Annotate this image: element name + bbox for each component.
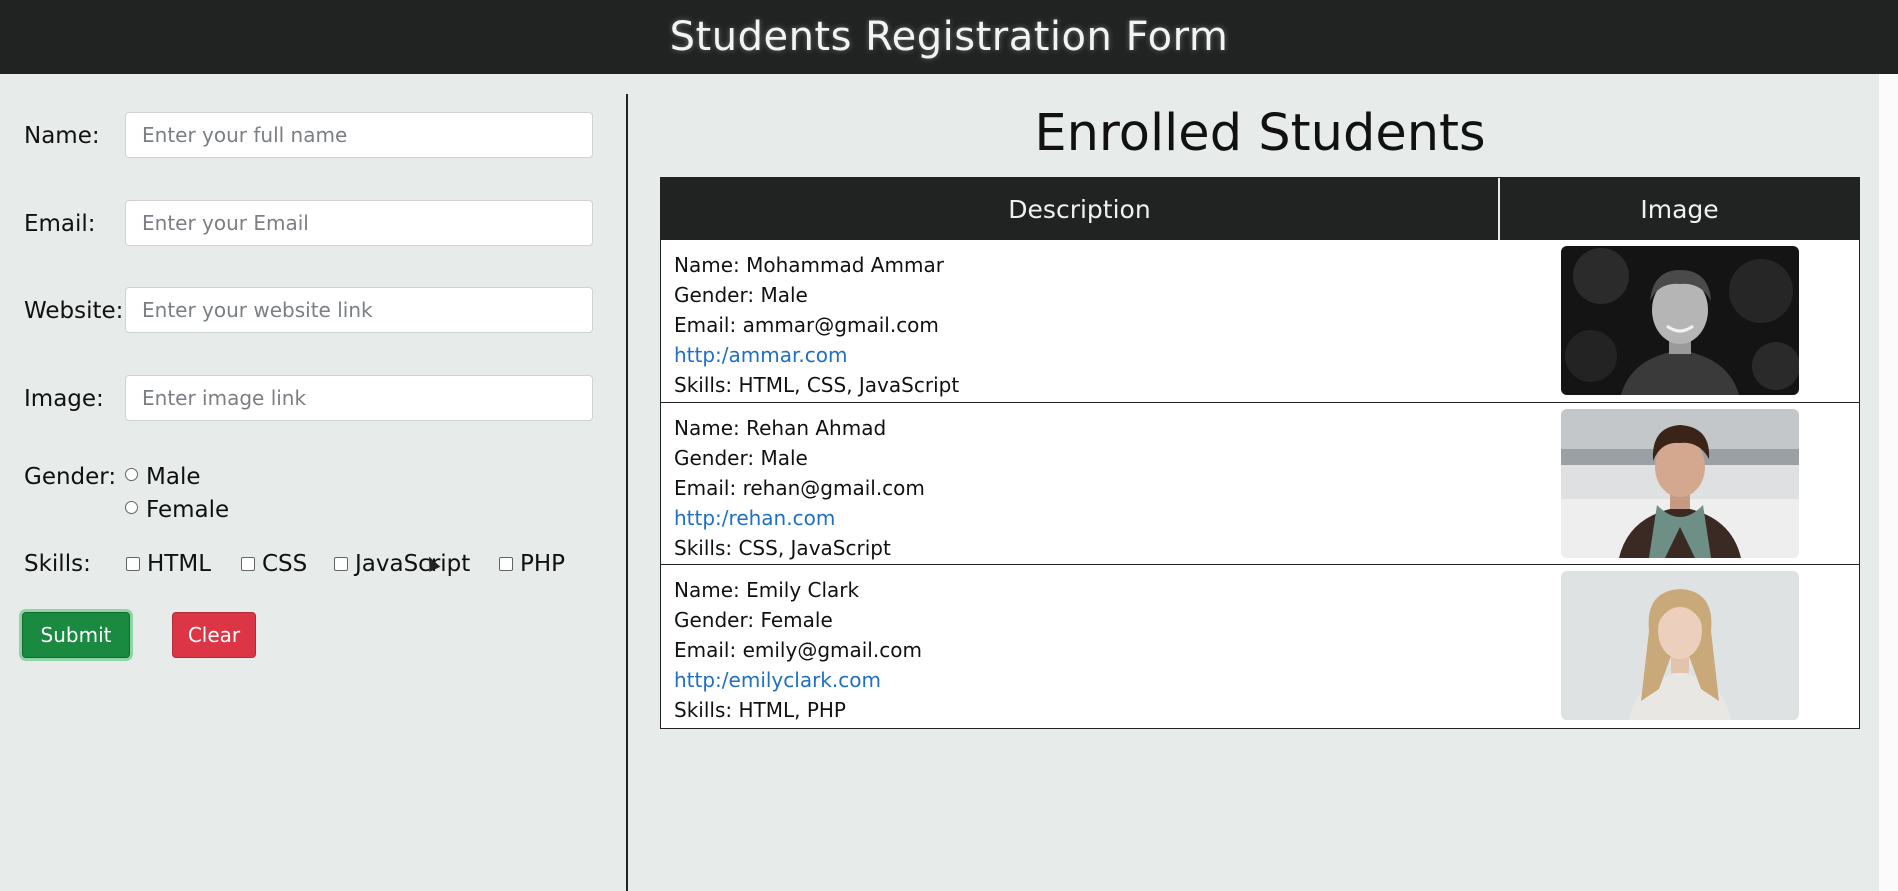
- page-title: Students Registration Form: [669, 14, 1229, 60]
- scroll-gutter: [1879, 74, 1898, 891]
- table-row: Name: Emily Clark Gender: Female Email: …: [661, 564, 1859, 726]
- table-header: Description Image: [661, 178, 1859, 240]
- student-name: Name: Mohammad Ammar: [674, 253, 944, 277]
- website-input[interactable]: [125, 287, 593, 333]
- student-skills: Skills: HTML, PHP: [674, 698, 846, 722]
- name-label: Name:: [24, 123, 100, 149]
- image-input[interactable]: [125, 375, 593, 421]
- student-name: Name: Rehan Ahmad: [674, 416, 887, 440]
- image-label: Image:: [24, 386, 104, 412]
- students-table: Description Image Name: Mohammad Ammar G…: [660, 177, 1860, 729]
- column-header-description: Description: [661, 178, 1500, 240]
- skill-css[interactable]: CSS: [241, 551, 307, 577]
- table-row: Name: Rehan Ahmad Gender: Male Email: re…: [661, 402, 1859, 564]
- javascript-checkbox[interactable]: [334, 557, 348, 571]
- clear-button[interactable]: Clear: [172, 612, 256, 658]
- html-label: HTML: [147, 551, 212, 577]
- student-email: Email: rehan@gmail.com: [674, 476, 925, 500]
- skill-html[interactable]: HTML: [126, 551, 211, 577]
- gender-option-male[interactable]: Male: [125, 464, 200, 490]
- css-label: CSS: [262, 551, 308, 577]
- panel-divider: [626, 94, 628, 891]
- student-website-link[interactable]: http:/rehan.com: [674, 503, 925, 533]
- student-gender: Gender: Female: [674, 608, 833, 632]
- student-website-link[interactable]: http:/emilyclark.com: [674, 665, 922, 695]
- skill-php[interactable]: PHP: [499, 551, 565, 577]
- email-input[interactable]: [125, 200, 593, 246]
- female-label: Female: [146, 497, 230, 523]
- name-input[interactable]: [125, 112, 593, 158]
- php-label: PHP: [520, 551, 566, 577]
- css-checkbox[interactable]: [241, 557, 255, 571]
- student-gender: Gender: Male: [674, 446, 808, 470]
- student-website-link[interactable]: http:/ammar.com: [674, 340, 959, 370]
- male-label: Male: [146, 464, 201, 490]
- skills-label: Skills:: [24, 551, 91, 577]
- skill-javascript[interactable]: JavaScript: [334, 551, 470, 577]
- student-email: Email: ammar@gmail.com: [674, 313, 939, 337]
- javascript-label: JavaScript: [355, 551, 471, 577]
- email-label: Email:: [24, 211, 96, 237]
- student-photo: [1561, 571, 1799, 720]
- gender-label: Gender:: [24, 464, 117, 490]
- student-skills: Skills: CSS, JavaScript: [674, 536, 891, 560]
- gender-option-female[interactable]: Female: [125, 497, 229, 523]
- page-header: Students Registration Form: [0, 0, 1898, 74]
- student-skills: Skills: HTML, CSS, JavaScript: [674, 373, 960, 397]
- html-checkbox[interactable]: [126, 557, 140, 571]
- table-row: Name: Mohammad Ammar Gender: Male Email:…: [661, 240, 1859, 402]
- student-description: Name: Mohammad Ammar Gender: Male Email:…: [674, 250, 959, 400]
- male-radio[interactable]: [125, 467, 138, 481]
- student-photo: [1561, 409, 1799, 558]
- student-photo: [1561, 246, 1799, 395]
- column-header-image: Image: [1640, 194, 1719, 224]
- php-checkbox[interactable]: [499, 557, 513, 571]
- student-description: Name: Rehan Ahmad Gender: Male Email: re…: [674, 413, 925, 563]
- student-gender: Gender: Male: [674, 283, 808, 307]
- submit-button[interactable]: Submit: [22, 612, 130, 658]
- student-description: Name: Emily Clark Gender: Female Email: …: [674, 575, 922, 725]
- student-name: Name: Emily Clark: [674, 578, 860, 602]
- enrolled-students-title: Enrolled Students: [1034, 104, 1486, 163]
- website-label: Website:: [24, 298, 124, 324]
- female-radio[interactable]: [125, 500, 138, 514]
- student-email: Email: emily@gmail.com: [674, 638, 922, 662]
